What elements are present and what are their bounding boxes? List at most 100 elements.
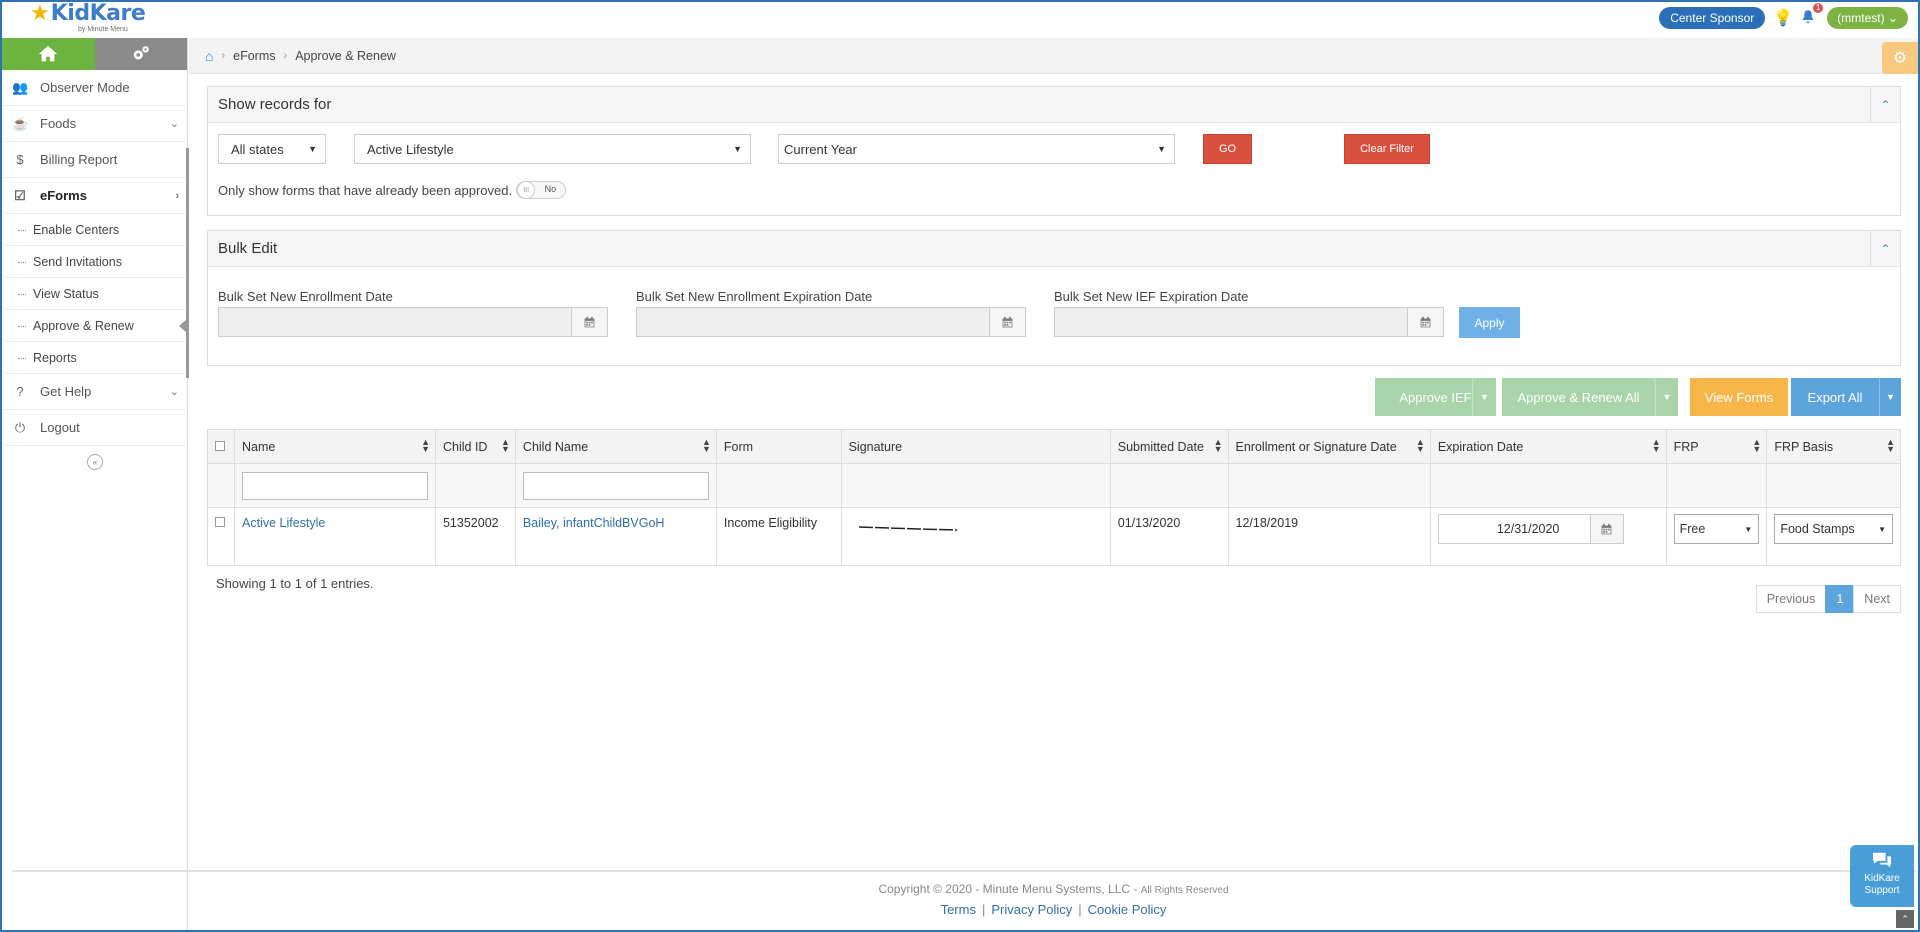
collapse-sidebar-icon[interactable]: « [87, 454, 103, 470]
go-button[interactable]: GO [1203, 134, 1252, 164]
next-page-button[interactable]: Next [1853, 585, 1901, 613]
pagination: Previous 1 Next [1755, 585, 1901, 613]
sidebar-subitem-reports[interactable]: Reports [2, 342, 187, 374]
cell-signature [840, 507, 1111, 566]
sidebar-item-get-help[interactable]: ? Get Help ⌄ [2, 374, 187, 410]
column-header-label: Child Name [522, 439, 589, 454]
home-icon[interactable]: ⌂ [205, 48, 213, 64]
home-icon [39, 45, 58, 62]
footer-links: Terms | Privacy Policy | Cookie Policy [189, 902, 1918, 917]
settings-tab[interactable] [94, 38, 187, 70]
sidebar-item-label: eForms [40, 188, 87, 203]
sort-icon: ▲ ▼ [1415, 437, 1425, 454]
sidebar-item-observer-mode[interactable]: 👥 Observer Mode [2, 70, 187, 106]
column-header-child-name[interactable]: Child Name ▲ ▼ [514, 429, 717, 464]
column-header-label: Form [723, 439, 754, 454]
column-header-submitted-date[interactable]: Submitted Date ▲ ▼ [1109, 429, 1229, 464]
child-name-link[interactable]: Bailey, infantChildBVGoH [523, 516, 665, 530]
collapse-panel-icon[interactable]: ⌃ [1870, 231, 1900, 267]
column-header-frp-basis[interactable]: FRP Basis ▲ ▼ [1766, 429, 1901, 464]
bulk-enrollment-date-label: Bulk Set New Enrollment Date [218, 289, 393, 304]
sidebar-item-foods[interactable]: ☕ Foods ⌄ [2, 106, 187, 142]
filter-cell [1429, 463, 1667, 508]
previous-page-button[interactable]: Previous [1755, 585, 1827, 613]
home-tab[interactable] [2, 38, 95, 70]
sidebar-item-billing-report[interactable]: $ Billing Report [2, 142, 187, 178]
collapse-panel-icon[interactable]: ⌃ [1870, 87, 1900, 123]
sidebar-item-label: Foods [40, 116, 77, 131]
copyright-main: Copyright © 2020 - Minute Menu Systems, … [878, 882, 1138, 896]
column-header-label: Name [241, 439, 276, 454]
sidebar-scrollbar[interactable] [186, 148, 189, 378]
support-line1: KidKare [1864, 873, 1900, 884]
page-1-button[interactable]: 1 [1825, 585, 1855, 613]
center-select-value: Active Lifestyle [367, 141, 454, 157]
kidkare-logo[interactable]: ★ KidKare by Minute Menu [30, 2, 146, 34]
breadcrumb-eforms[interactable]: eForms [233, 49, 275, 63]
sidebar-subitem-view-status[interactable]: View Status [2, 278, 187, 310]
approved-only-toggle[interactable]: III No [516, 181, 567, 199]
kidkare-support-button[interactable]: KidKare Support [1850, 845, 1914, 907]
user-menu-button[interactable]: (mmtest) ⌄ [1827, 7, 1908, 29]
terms-link[interactable]: Terms [941, 902, 976, 917]
filter-cell [840, 463, 1111, 508]
sidebar-subitem-send-invitations[interactable]: Send Invitations [2, 246, 187, 278]
frp-select[interactable]: Free ▼ [1673, 514, 1760, 544]
calendar-icon[interactable] [1589, 515, 1623, 543]
sidebar-subitem-enable-centers[interactable]: Enable Centers [2, 214, 187, 246]
cell-child-id: 51352002 [434, 507, 516, 566]
cell-frp: Free ▼ [1665, 507, 1768, 566]
users-icon: 👥 [12, 79, 29, 95]
dropdown-arrow-icon: ▼ [308, 144, 317, 154]
view-forms-button[interactable]: View Forms [1690, 378, 1788, 416]
center-name-link[interactable]: Active Lifestyle [242, 516, 325, 530]
apply-button[interactable]: Apply [1459, 307, 1520, 338]
bulk-enrollment-date-input[interactable] [218, 307, 608, 337]
sidebar-subitem-approve-renew[interactable]: Approve & Renew [2, 310, 188, 342]
sidebar-item-logout[interactable]: ⏻ Logout [2, 410, 187, 446]
bulk-enrollment-exp-input[interactable] [636, 307, 1026, 337]
center-sponsor-badge[interactable]: Center Sponsor [1659, 7, 1766, 29]
row-select-cell [207, 507, 235, 566]
frp-basis-select[interactable]: Food Stamps ▼ [1774, 514, 1893, 544]
column-header-frp[interactable]: FRP ▲ ▼ [1665, 429, 1768, 464]
caret-down-icon: ▼ [1886, 392, 1895, 402]
scroll-to-top-icon[interactable]: ⌃ [1896, 910, 1914, 928]
row-checkbox[interactable] [215, 517, 225, 527]
column-header-child-id[interactable]: Child ID ▲ ▼ [434, 429, 516, 464]
select-all-checkbox[interactable] [215, 440, 225, 451]
column-header-enrollment-date[interactable]: Enrollment or Signature Date ▲ ▼ [1227, 429, 1431, 464]
export-all-dropdown[interactable]: ▼ [1879, 378, 1901, 416]
dropdown-arrow-icon: ▼ [1157, 144, 1166, 154]
export-all-button[interactable]: Export All [1791, 378, 1879, 416]
calendar-icon[interactable] [571, 308, 607, 336]
approve-renew-all-button[interactable]: Approve & Renew All [1502, 378, 1655, 416]
period-select[interactable]: Current Year ▼ [778, 134, 1175, 164]
cookie-policy-link[interactable]: Cookie Policy [1088, 902, 1167, 917]
approve-renew-all-dropdown[interactable]: ▼ [1655, 378, 1678, 416]
child-name-filter-input[interactable] [522, 471, 709, 500]
column-header-name[interactable]: Name ▲ ▼ [233, 429, 436, 464]
expiration-date-input[interactable]: 12/31/2020 [1437, 514, 1624, 544]
privacy-policy-link[interactable]: Privacy Policy [991, 902, 1072, 917]
page-settings-gear-icon[interactable]: ⚙ [1882, 42, 1918, 74]
sort-icon: ▲ ▼ [702, 437, 711, 454]
header-actions: Center Sponsor 💡 1 (mmtest) ⌄ [1659, 3, 1908, 29]
bulk-ief-exp-input[interactable] [1054, 307, 1444, 337]
approve-ief-dropdown[interactable]: ▼ [1472, 378, 1496, 416]
lightbulb-icon[interactable]: 💡 [1773, 8, 1793, 28]
name-filter-input[interactable] [241, 471, 428, 500]
notifications-bell-icon[interactable]: 1 [1799, 3, 1824, 28]
column-header-label: FRP Basis [1774, 439, 1834, 454]
chevron-down-icon: ⌄ [169, 118, 179, 130]
calendar-icon[interactable] [1407, 308, 1443, 336]
column-header-expiration-date[interactable]: Expiration Date ▲ ▼ [1429, 429, 1667, 464]
state-select[interactable]: All states ▼ [218, 134, 326, 164]
center-select[interactable]: Active Lifestyle ▼ [354, 134, 751, 164]
filter-cell [434, 463, 516, 508]
dropdown-arrow-icon: ▼ [1878, 524, 1886, 534]
calendar-icon[interactable] [989, 308, 1025, 336]
clear-filter-button[interactable]: Clear Filter [1344, 134, 1430, 164]
sidebar-item-label: Billing Report [40, 152, 118, 167]
sidebar-item-eforms[interactable]: ☑ eForms › [2, 178, 187, 214]
